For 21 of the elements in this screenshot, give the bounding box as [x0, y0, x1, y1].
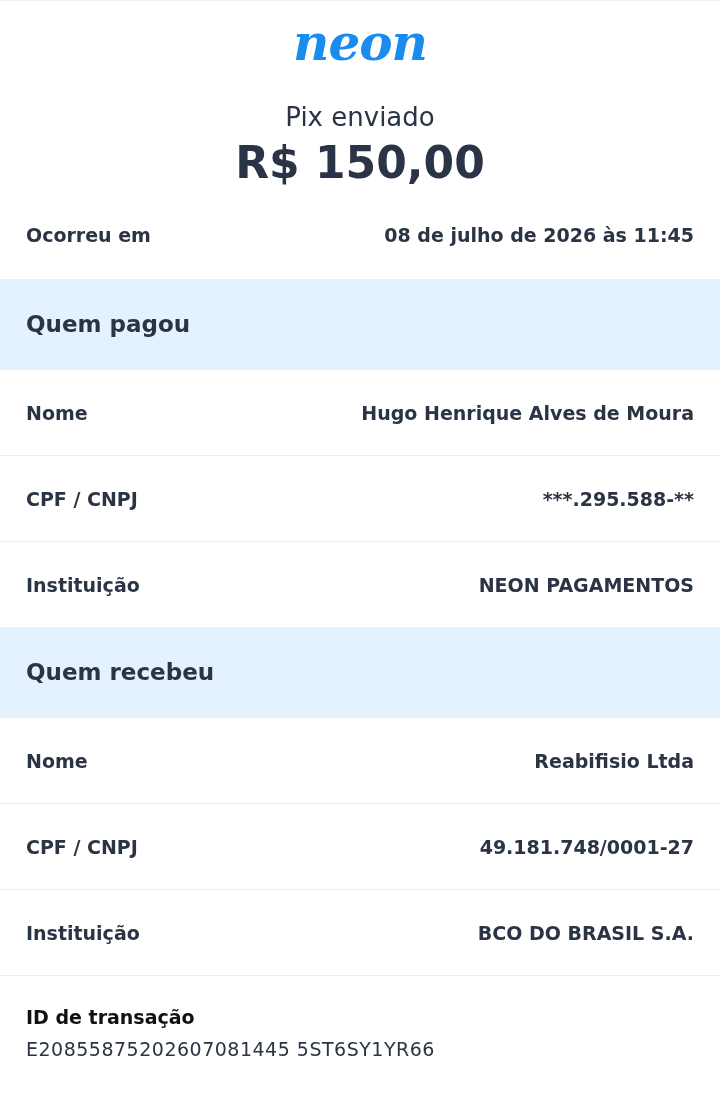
- field-value: Hugo Henrique Alves de Moura: [361, 401, 694, 424]
- field-label: Instituição: [26, 573, 140, 596]
- field-label: CPF / CNPJ: [26, 487, 138, 510]
- section-header: Quem recebeu: [0, 627, 720, 718]
- amount: R$ 150,00: [235, 136, 485, 190]
- field-label: Instituição: [26, 921, 140, 944]
- section-header: Quem pagou: [0, 279, 720, 370]
- field-value: 08 de julho de 2026 às 11:45: [384, 224, 694, 246]
- field-value: ***.295.588-**: [542, 487, 694, 510]
- field-label: Nome: [26, 401, 88, 424]
- field-label: ID de transação: [26, 1006, 196, 1028]
- field-value: BCO DO BRASIL S.A.: [477, 921, 694, 944]
- brand-logo: neon: [293, 13, 427, 73]
- field-label: CPF / CNPJ: [26, 835, 138, 858]
- receipt-title: Pix enviado: [285, 101, 435, 133]
- field-label: Nome: [26, 749, 88, 772]
- field-value: Reabifisio Ltda: [534, 749, 694, 772]
- field-value: NEON PAGAMENTOS: [478, 573, 694, 596]
- field-label: Ocorreu em: [26, 224, 151, 246]
- field-value: 49.181.748/0001-27: [479, 835, 694, 858]
- transaction-id: E20855875202607081445 5ST6SY1YR66: [26, 1038, 436, 1060]
